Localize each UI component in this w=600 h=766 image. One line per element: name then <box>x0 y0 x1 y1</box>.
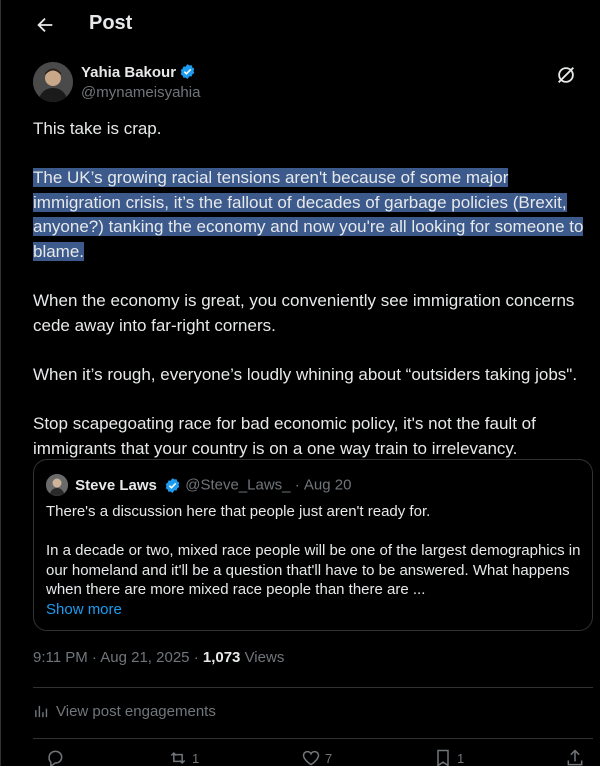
views-label: Views <box>244 649 285 666</box>
reply-icon <box>48 750 63 766</box>
text-selection: The UK’s growing racial tensions aren't … <box>33 168 584 261</box>
quoted-avatar-image <box>46 474 68 496</box>
bar-chart-icon <box>35 705 48 718</box>
separator-dot: · <box>91 649 97 666</box>
quoted-author-name: Steve Laws <box>75 476 157 494</box>
author-block: Yahia Bakour @mynameisyahia <box>33 62 574 106</box>
avatar-image <box>33 62 73 102</box>
heart-icon <box>302 750 320 766</box>
quoted-date: Aug 20 <box>303 476 352 494</box>
views-count: 1,073 <box>202 649 241 666</box>
tweet-paragraph: When it’s rough, everyone’s loudly whini… <box>33 364 578 384</box>
view-engagements-label: View post engagements <box>56 703 216 720</box>
author-handle[interactable]: @mynameisyahia <box>81 84 200 101</box>
divider <box>33 738 593 739</box>
tweet-paragraph: This take is crap. <box>33 119 162 138</box>
quoted-paragraph: In a decade or two, mixed race people wi… <box>46 542 581 599</box>
like-count: 7 <box>325 750 333 766</box>
verified-badge-icon <box>180 64 195 79</box>
post-date[interactable]: Aug 21, 2025 <box>100 649 189 666</box>
header: Post <box>1 0 600 50</box>
bookmark-icon <box>437 749 449 766</box>
author-name[interactable]: Yahia Bakour <box>81 63 196 81</box>
tweet-paragraph: Stop scapegoating race for bad economic … <box>33 414 536 458</box>
tweet-text: This take is crap. The UK’s growing raci… <box>33 117 595 461</box>
quoted-avatar <box>46 474 68 496</box>
page-title: Post <box>89 12 133 34</box>
post-timestamp: 9:11 PM · Aug 21, 2025 · 1,073 Views <box>33 649 284 666</box>
reply-button[interactable] <box>45 748 69 766</box>
grok-icon[interactable] <box>555 64 577 86</box>
verified-badge-icon <box>165 477 180 493</box>
bookmark-count: 1 <box>457 750 465 766</box>
repost-icon <box>170 751 186 765</box>
repost-count: 1 <box>192 750 200 766</box>
separator-dot: · <box>294 476 300 494</box>
share-icon <box>567 749 583 766</box>
quoted-tweet[interactable]: Steve Laws @Steve_Laws_ · Aug 20 There's… <box>33 459 593 631</box>
quoted-tweet-text: There's a discussion here that people ju… <box>46 502 586 620</box>
post-time[interactable]: 9:11 PM <box>33 649 88 666</box>
author-name-text: Yahia Bakour <box>81 64 177 81</box>
show-more-link[interactable]: Show more <box>46 600 586 620</box>
arrow-left-icon <box>37 17 53 33</box>
divider <box>33 687 593 688</box>
quoted-paragraph: There's a discussion here that people ju… <box>46 503 431 520</box>
quoted-author-handle: @Steve_Laws_ <box>185 476 291 494</box>
share-button[interactable] <box>565 748 585 766</box>
like-button[interactable]: 7 <box>301 748 332 766</box>
tweet-paragraph-highlighted: The UK’s growing racial tensions aren't … <box>33 166 595 264</box>
tweet-paragraph: When the economy is great, you convenien… <box>33 291 575 335</box>
back-button[interactable] <box>31 11 59 39</box>
bookmark-button[interactable]: 1 <box>433 748 464 766</box>
view-engagements-button[interactable]: View post engagements <box>33 703 216 720</box>
separator-dot: · <box>193 649 199 666</box>
quoted-tweet-header: Steve Laws @Steve_Laws_ · Aug 20 <box>46 474 351 496</box>
avatar[interactable] <box>33 62 73 102</box>
action-bar: 1 7 1 <box>33 748 593 766</box>
repost-button[interactable]: 1 <box>168 748 199 766</box>
post-view: Post Yahia Bakour @mynameisyahia This ta… <box>0 0 600 766</box>
